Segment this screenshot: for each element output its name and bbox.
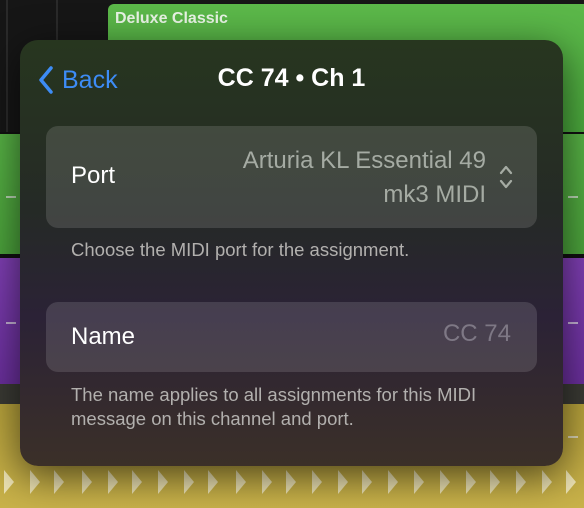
name-label: Name [71, 323, 136, 350]
region-title: Deluxe Classic [115, 10, 228, 27]
name-row: Name [46, 302, 537, 372]
chevron-up-down-icon[interactable] [499, 164, 513, 190]
grid-line [6, 0, 8, 132]
lane-marker [6, 196, 16, 198]
port-selector[interactable]: Port Arturia KL Essential 49 mk3 MIDI [46, 126, 537, 228]
name-footnote: The name applies to all assignments for … [71, 384, 477, 429]
name-input[interactable] [261, 320, 511, 348]
drum-hits [4, 470, 576, 494]
lane-marker [568, 196, 578, 198]
port-value-line2: mk3 MIDI [383, 181, 486, 208]
page-title: CC 74 • Ch 1 [217, 64, 366, 92]
midi-assignment-popover: Back CC 74 • Ch 1 Port Arturia KL Essent… [20, 40, 563, 466]
navigation-bar: Back CC 74 • Ch 1 [20, 40, 563, 120]
port-label: Port [71, 162, 116, 189]
port-value: Arturia KL Essential 49 mk3 MIDI [186, 144, 486, 212]
lane-marker [568, 322, 578, 324]
port-footnote: Choose the MIDI port for the assignment. [71, 239, 410, 260]
port-value-line1: Arturia KL Essential 49 [242, 147, 486, 174]
lane-marker [568, 436, 578, 438]
lane-marker [6, 322, 16, 324]
